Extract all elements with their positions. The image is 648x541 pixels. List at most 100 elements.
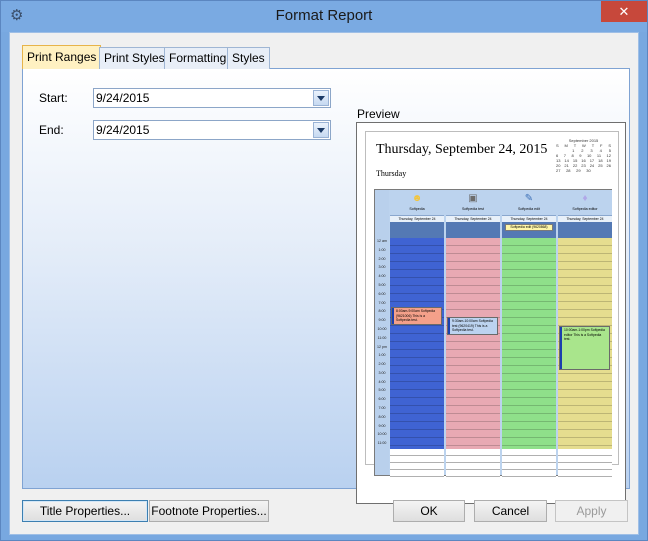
resource-header: ✎ Softpedia edit	[502, 190, 556, 216]
tab-formatting[interactable]: Formatting	[164, 47, 232, 69]
footnote-properties-button[interactable]: Footnote Properties...	[149, 500, 269, 522]
tab-print-styles[interactable]: Print Styles	[99, 47, 170, 69]
time-label: 4:00	[378, 379, 386, 384]
time-label: 6:00	[378, 397, 386, 402]
title-bar[interactable]: ⚙ Format Report ✕	[1, 1, 647, 32]
resource-header: ☻ Softpedia	[390, 190, 444, 216]
time-label: 11:00	[377, 335, 387, 340]
person-icon: ☻	[411, 193, 423, 204]
mini-calendar-week: 27 28 29 30	[556, 168, 611, 173]
time-label: 7:00	[378, 406, 386, 411]
mini-calendar-day	[603, 168, 604, 173]
time-label: 10:00	[377, 326, 387, 331]
chevron-down-icon[interactable]	[313, 122, 329, 138]
resource-timeslots[interactable]: 10:00am-1:00pm Softpedia editor This is …	[558, 238, 612, 449]
chevron-down-icon[interactable]	[313, 90, 329, 106]
start-date-value: 9/24/2015	[96, 91, 150, 105]
all-day-area	[558, 222, 612, 238]
resource-footer	[502, 449, 556, 477]
mini-calendar-day: 29	[576, 168, 581, 173]
start-label: Start:	[39, 91, 68, 105]
all-day-area: Softpedia edit (9620868)	[502, 222, 556, 238]
time-label: 3:00	[378, 370, 386, 375]
tab-strip: Print Ranges Print Styles Formatting Sty…	[22, 45, 630, 70]
time-label: 5:00	[378, 388, 386, 393]
mini-calendar-day: 30	[586, 168, 591, 173]
robot-icon: ▣	[468, 193, 478, 204]
bulb-icon: ♦	[582, 193, 588, 204]
resource-footer	[446, 449, 500, 477]
dialog-client: Print Ranges Print Styles Formatting Sty…	[9, 32, 639, 535]
time-label: 7:00	[378, 300, 386, 305]
time-label: 9:00	[378, 423, 386, 428]
resource-footer	[390, 449, 444, 477]
time-label: 11:00	[377, 441, 387, 446]
ok-button[interactable]: OK	[393, 500, 465, 522]
time-label: 1:00	[378, 353, 386, 358]
cancel-button[interactable]: Cancel	[474, 500, 547, 522]
mini-calendar-day: 25	[598, 163, 603, 168]
preview-frame: Thursday, September 24, 2015 Thursday Se…	[356, 122, 626, 504]
time-label: 3:00	[378, 265, 386, 270]
end-label: End:	[39, 123, 64, 137]
resource-name: Softpedia	[409, 207, 425, 211]
end-date-value: 9/24/2015	[96, 123, 150, 137]
resource-name: Softpedia editor	[572, 207, 598, 211]
print-ranges-panel: Start: 9/24/2015 End: 9/24/2015 Preview …	[22, 69, 630, 504]
time-label: 5:00	[378, 282, 386, 287]
edit-icon: ✎	[524, 193, 534, 204]
resource-column: ✎ Softpedia edit Thursday, September 24 Sof…	[502, 190, 556, 477]
mini-calendar-day: 23	[581, 163, 586, 168]
resource-footer	[558, 449, 612, 477]
resource-column: ▣ Softpedia test Thursday, September 24 9:3…	[446, 190, 500, 477]
appointment[interactable]: 8:00am-9:00am Softpedia (9621006) This i…	[391, 307, 442, 325]
mini-calendar-day: 2	[581, 148, 584, 153]
time-label: 12 am	[377, 239, 387, 243]
preview-day-label: Thursday	[376, 169, 407, 178]
resource-column: ☻ Softpedia Thursday, September 24 8:00am-9…	[390, 190, 444, 477]
mini-calendar: September 2015 SMTWTFS 1 2 3 4 5 6 7 8 9 10 11 12 13…	[556, 138, 611, 180]
resource-name: Softpedia test	[462, 207, 484, 211]
end-date-combo[interactable]: 9/24/2015	[93, 120, 331, 140]
time-label: 9:00	[378, 318, 386, 323]
mini-calendar-day	[596, 168, 597, 173]
time-ruler: 12 am 1:00 2:00 3:00 4:00 5:00 6:00 7:00 8:00 9:0…	[375, 190, 389, 475]
time-label: 4:00	[378, 274, 386, 279]
time-label: 8:00	[378, 309, 386, 314]
window-title: Format Report	[275, 7, 373, 24]
resource-header: ▣ Softpedia test	[446, 190, 500, 216]
resource-timeslots[interactable]	[502, 238, 556, 449]
preview-page: Thursday, September 24, 2015 Thursday Se…	[365, 131, 619, 477]
tab-print-ranges[interactable]: Print Ranges	[22, 45, 102, 70]
mini-calendar-day	[610, 168, 611, 173]
format-report-window: ⚙ Format Report ✕ Print Ranges Print Sty…	[0, 0, 648, 541]
mini-calendar-day: 28	[566, 168, 571, 173]
apply-button: Apply	[555, 500, 628, 522]
all-day-event[interactable]: Softpedia edit (9620868)	[505, 224, 553, 231]
appointment[interactable]: 9:30am-10:00am Softpedia test (9620419) …	[447, 317, 498, 335]
schedule-grid: 12 am 1:00 2:00 3:00 4:00 5:00 6:00 7:00 8:00 9:0…	[374, 189, 612, 477]
preview-label: Preview	[357, 107, 400, 121]
mini-calendar-day: 27	[556, 168, 561, 173]
resource-name: Softpedia edit	[518, 207, 540, 211]
start-date-combo[interactable]: 9/24/2015	[93, 88, 331, 108]
time-label: 6:00	[378, 291, 386, 296]
time-label: 2:00	[378, 362, 386, 367]
time-label: 12 pm	[377, 344, 387, 349]
tab-styles[interactable]: Styles	[227, 47, 270, 69]
all-day-area	[390, 222, 444, 238]
mini-calendar-days: 1 2 3 4 5 6 7 8 9 10 11 12 13 14 15 16 17 18 19 20 21 22 23 24 2…	[556, 148, 611, 173]
appointment[interactable]: 10:00am-1:00pm Softpedia editor This is …	[559, 326, 610, 370]
time-label: 10:00	[377, 432, 387, 437]
resource-timeslots[interactable]: 9:30am-10:00am Softpedia test (9620419) …	[446, 238, 500, 449]
resource-column: ♦ Softpedia editor Thursday, September 24 1…	[558, 190, 612, 477]
time-label: 8:00	[378, 414, 386, 419]
preview-date-heading: Thursday, September 24, 2015	[376, 142, 548, 157]
all-day-area	[446, 222, 500, 238]
title-properties-button[interactable]: Title Properties...	[22, 500, 148, 522]
time-label: 1:00	[378, 247, 386, 252]
resource-timeslots[interactable]: 8:00am-9:00am Softpedia (9621006) This i…	[390, 238, 444, 449]
resource-header: ♦ Softpedia editor	[558, 190, 612, 216]
close-button[interactable]: ✕	[601, 1, 647, 22]
time-label: 2:00	[378, 256, 386, 261]
